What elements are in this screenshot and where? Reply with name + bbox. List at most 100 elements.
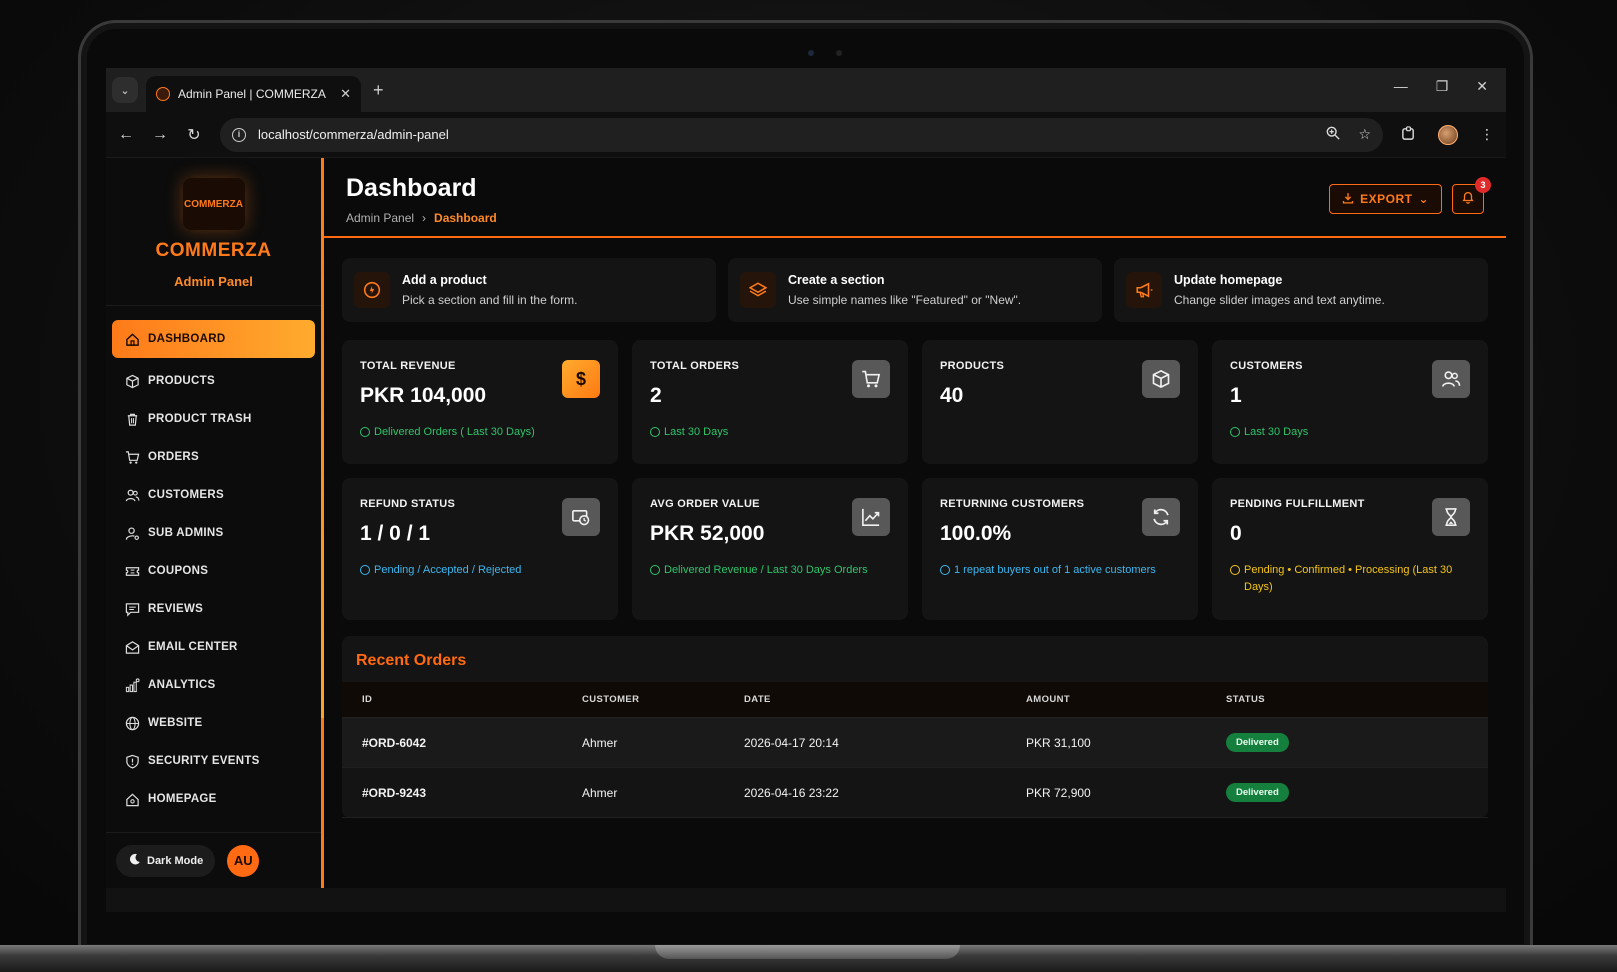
breadcrumb: Admin Panel › Dashboard [346,211,497,225]
sidebar-item-email-center[interactable]: EMAIL CENTER [112,628,315,666]
cart-icon [124,449,140,465]
table-row[interactable]: #ORD-6042 Ahmer 2026-04-17 20:14 PKR 31,… [342,717,1488,768]
url-text[interactable]: localhost/commerza/admin-panel [258,127,1314,142]
stat-note: Pending / Accepted / Rejected [360,562,600,579]
quick-action-create-section[interactable]: Create a section Use simple names like "… [728,258,1102,322]
column-header[interactable]: STATUS [1206,682,1488,718]
column-header[interactable]: ID [342,682,562,718]
notifications-button[interactable]: 3 [1452,177,1491,214]
sidebar-item-website[interactable]: WEBSITE [112,704,315,742]
sidebar-item-analytics[interactable]: ANALYTICS [112,666,315,704]
quick-action-title: Create a section [788,273,885,287]
clock-icon [1230,427,1240,437]
brand-logo[interactable]: COMMERZA [182,178,245,230]
clock-icon [650,427,660,437]
stat-card-products[interactable]: PRODUCTS 40 [922,340,1198,464]
stat-note: Last 30 Days [650,424,890,441]
screen-bezel [106,888,1506,912]
close-tab-icon[interactable]: ✕ [340,86,351,102]
trash-icon [124,411,140,427]
stat-card-returning-customers[interactable]: RETURNING CUSTOMERS 100.0% 1 repeat buye… [922,478,1198,620]
extensions-icon[interactable] [1401,125,1416,144]
browser-tab[interactable]: Admin Panel | COMMERZA ✕ [146,76,361,112]
tab-search-icon[interactable]: ⌄ [112,77,138,103]
users-icon [124,487,140,503]
order-date: 2026-04-17 20:14 [724,717,1006,768]
stat-card-refund-status[interactable]: REFUND STATUS 1 / 0 / 1 Pending / Accept… [342,478,618,620]
sidebar-item-dashboard[interactable]: DASHBOARD [112,320,315,358]
dollar-icon: $ [562,360,600,398]
stat-card-pending-fulfillment[interactable]: PENDING FULFILLMENT 0 Pending • Confirme… [1212,478,1488,620]
sidebar-item-product-trash[interactable]: PRODUCT TRASH [112,400,315,438]
column-header[interactable]: DATE [724,682,1006,718]
breadcrumb-root[interactable]: Admin Panel [346,211,414,225]
notification-badge: 3 [1475,177,1491,193]
quick-actions: Add a product Pick a section and fill in… [342,258,1488,322]
sidebar-item-security-events[interactable]: SECURITY EVENTS [112,742,315,780]
stat-card-customers[interactable]: CUSTOMERS 1 Last 30 Days [1212,340,1488,464]
brand-block: COMMERZA COMMERZA Admin Panel [106,158,321,306]
quick-action-desc: Change slider images and text anytime. [1174,293,1385,307]
clock-icon [1230,565,1240,575]
quick-action-update-homepage[interactable]: Update homepage Change slider images and… [1114,258,1488,322]
bookmark-star-icon[interactable]: ☆ [1358,126,1371,143]
quick-action-add-product[interactable]: Add a product Pick a section and fill in… [342,258,716,322]
order-amount: PKR 72,900 [1006,767,1206,818]
order-status-cell: Delivered [1206,767,1488,818]
order-id[interactable]: #ORD-6042 [342,717,562,768]
minimize-icon[interactable]: — [1394,78,1408,95]
quick-action-title: Update homepage [1174,273,1283,287]
sidebar-item-label: COUPONS [148,565,209,577]
table-row[interactable]: #ORD-9243 Ahmer 2026-04-16 23:22 PKR 72,… [342,767,1488,818]
sidebar-item-orders[interactable]: ORDERS [112,438,315,476]
sidebar-item-label: ANALYTICS [148,679,216,691]
stat-card-total-orders[interactable]: TOTAL ORDERS 2 Last 30 Days [632,340,908,464]
clock-icon [650,565,660,575]
avatar[interactable]: AU [227,844,260,877]
page-header: Dashboard Admin Panel › Dashboard EXPORT… [324,158,1506,238]
window-controls: — ❐ ✕ [1394,78,1488,95]
bell-icon [1461,190,1475,209]
sidebar-item-label: CUSTOMERS [148,489,224,501]
sidebar-item-homepage[interactable]: HOMEPAGE [112,780,315,818]
sidebar-item-label: ORDERS [148,451,200,463]
export-button[interactable]: EXPORT ⌄ [1329,184,1442,214]
stat-card-total-revenue[interactable]: TOTAL REVENUE PKR 104,000 Delivered Orde… [342,340,618,464]
stat-note-text: Pending / Accepted / Rejected [374,564,522,576]
brand-subtitle: Admin Panel [174,274,253,289]
reload-icon[interactable]: ↻ [186,125,202,145]
column-header[interactable]: CUSTOMER [562,682,724,718]
orders-table: ID CUSTOMER DATE AMOUNT STATUS #ORD-6042… [342,682,1488,818]
camera-icon [808,50,814,56]
new-tab-icon[interactable]: + [373,80,384,101]
moon-icon [128,853,141,869]
users-icon [1432,360,1470,398]
recent-orders-title: Recent Orders [356,652,467,669]
brand-name: COMMERZA [155,240,272,261]
sidebar-item-coupons[interactable]: COUPONS [112,552,315,590]
order-customer: Ahmer [562,717,724,768]
sidebar-item-label: WEBSITE [148,717,203,729]
sidebar-item-products[interactable]: PRODUCTS [112,362,315,400]
stat-card-avg-order-value[interactable]: AVG ORDER VALUE PKR 52,000 Delivered Rev… [632,478,908,620]
sidebar-item-reviews[interactable]: REVIEWS [112,590,315,628]
stat-note-text: Delivered Orders ( Last 30 Days) [374,426,535,438]
sidebar-item-customers[interactable]: CUSTOMERS [112,476,315,514]
site-info-icon[interactable]: i [232,127,246,142]
restore-icon[interactable]: ❐ [1436,78,1449,95]
forward-icon[interactable]: → [152,126,168,144]
dark-mode-toggle[interactable]: Dark Mode [116,844,216,877]
address-bar[interactable]: i localhost/commerza/admin-panel ☆ [220,117,1383,152]
order-id[interactable]: #ORD-9243 [342,767,562,818]
close-window-icon[interactable]: ✕ [1476,78,1488,95]
zoom-icon[interactable] [1326,126,1341,143]
house-icon [124,791,140,807]
stat-note: Delivered Revenue / Last 30 Days Orders [650,562,890,579]
profile-avatar[interactable] [1438,124,1458,145]
cart-icon [852,360,890,398]
column-header[interactable]: AMOUNT [1006,682,1206,718]
back-icon[interactable]: ← [118,126,134,144]
box-icon [1142,360,1180,398]
sidebar-item-sub-admins[interactable]: SUB ADMINS [112,514,315,552]
more-menu-icon[interactable]: ⋮ [1480,126,1494,143]
